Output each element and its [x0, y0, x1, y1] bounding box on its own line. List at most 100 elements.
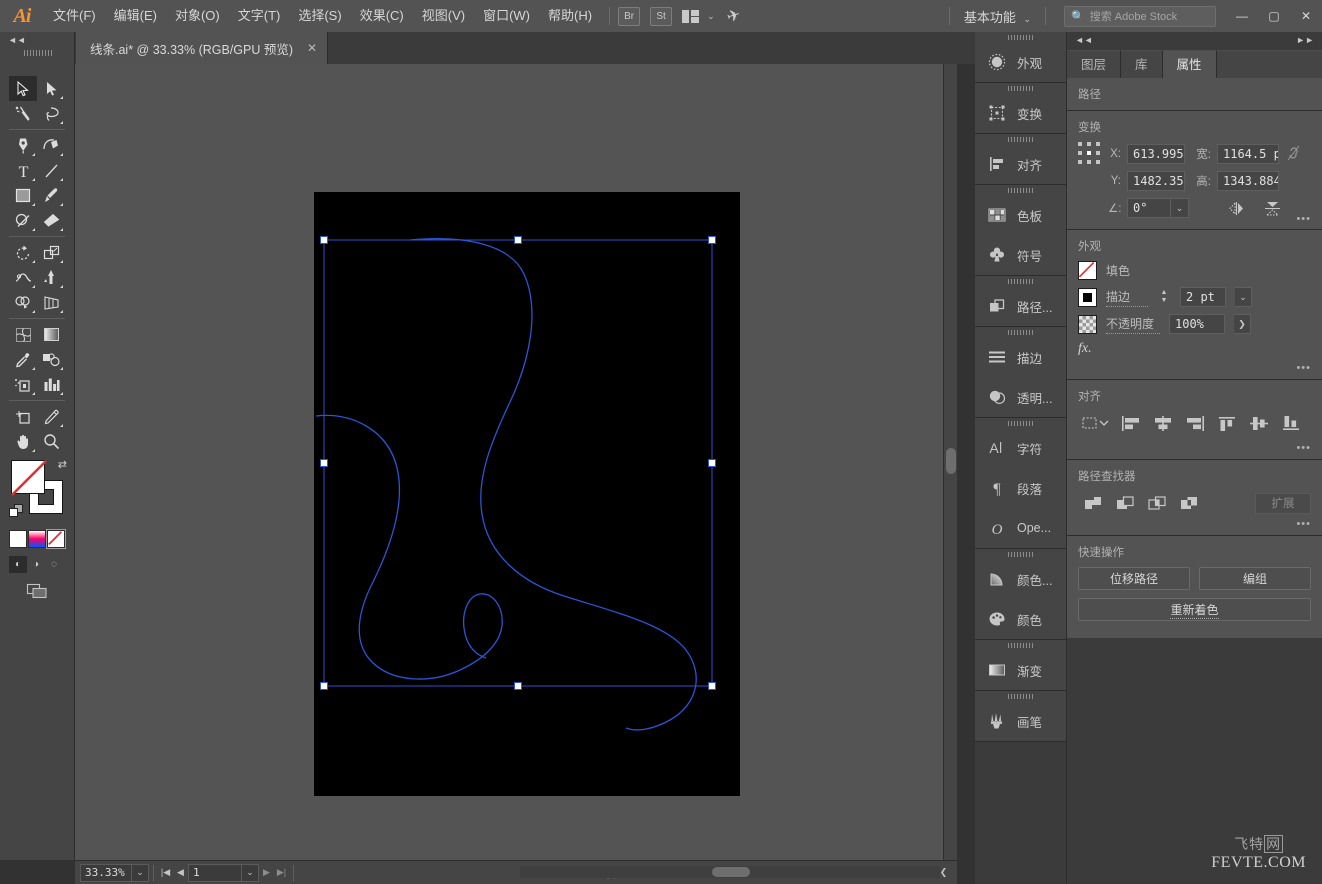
dock-item-opentype[interactable]: O Ope...: [975, 508, 1066, 548]
menu-file[interactable]: 文件(F): [44, 0, 105, 32]
scale-tool[interactable]: [37, 240, 65, 265]
chevron-down-icon[interactable]: ⌄: [1171, 198, 1189, 218]
gradient-swatch-button[interactable]: [28, 530, 46, 548]
fx-button[interactable]: fx.: [1078, 341, 1311, 357]
dock-item-stroke[interactable]: 描边: [975, 337, 1066, 377]
bridge-button[interactable]: Br: [618, 6, 641, 26]
zoom-level-input[interactable]: 33.33%: [80, 863, 132, 882]
transform-more-options[interactable]: •••: [1296, 213, 1311, 225]
dock-item-character[interactable]: A 字符: [975, 428, 1066, 468]
blend-tool[interactable]: [37, 347, 65, 372]
gradient-tool[interactable]: [37, 322, 65, 347]
dock-item-appearance[interactable]: 外观: [975, 42, 1066, 82]
menu-select[interactable]: 选择(S): [289, 0, 350, 32]
paintbrush-tool[interactable]: [37, 183, 65, 208]
chevron-down-icon[interactable]: ⌄: [1235, 287, 1252, 307]
pathfinder-more-options[interactable]: •••: [1296, 518, 1311, 530]
align-bottom-button[interactable]: [1276, 411, 1306, 435]
lasso-tool[interactable]: [37, 101, 65, 126]
close-button[interactable]: ✕: [1290, 0, 1322, 32]
first-artboard-button[interactable]: |◀: [158, 864, 173, 882]
artboard-tool[interactable]: [9, 404, 37, 429]
artboard-dropdown-icon[interactable]: ⌄: [242, 863, 259, 882]
stroke-color-swatch[interactable]: [1078, 287, 1097, 307]
offset-path-button[interactable]: 位移路径: [1078, 567, 1190, 590]
dock-item-align[interactable]: 对齐: [975, 144, 1066, 184]
close-icon[interactable]: ✕: [307, 41, 317, 55]
dock-grip-icon[interactable]: [975, 640, 1066, 650]
x-input[interactable]: 613.995: [1127, 144, 1185, 164]
menu-type[interactable]: 文字(T): [229, 0, 290, 32]
align-more-options[interactable]: •••: [1296, 442, 1311, 454]
align-vertical-center-button[interactable]: [1244, 411, 1274, 435]
menu-window[interactable]: 窗口(W): [474, 0, 539, 32]
dock-grip-icon[interactable]: [975, 185, 1066, 195]
stroke-weight-stepper[interactable]: ▲ ▼: [1157, 287, 1171, 307]
double-chevron-left-icon[interactable]: ◄◄: [1075, 35, 1093, 45]
double-chevron-right-icon[interactable]: ►►: [1296, 35, 1314, 45]
artboard[interactable]: [314, 192, 740, 796]
group-button[interactable]: 编组: [1199, 567, 1311, 590]
shape-builder-tool[interactable]: [9, 290, 37, 315]
opacity-expand-icon[interactable]: ❯: [1234, 314, 1251, 334]
stroke-label[interactable]: 描边: [1106, 288, 1148, 307]
scrollbar-thumb[interactable]: [946, 448, 956, 474]
flip-horizontal-icon[interactable]: [1221, 196, 1251, 220]
fill-color-swatch[interactable]: [1078, 261, 1097, 280]
dock-grip-icon[interactable]: [975, 32, 1066, 42]
appearance-more-options[interactable]: •••: [1296, 362, 1311, 374]
link-dimensions-icon[interactable]: [1287, 145, 1300, 164]
menu-view[interactable]: 视图(V): [413, 0, 474, 32]
transparency-swatch[interactable]: [1078, 314, 1097, 334]
angle-control[interactable]: 0° ⌄: [1127, 198, 1189, 218]
canvas-vertical-scrollbar[interactable]: [943, 64, 957, 860]
height-input[interactable]: 1343.884: [1217, 171, 1279, 191]
none-swatch-button[interactable]: [46, 529, 66, 549]
dock-item-pathfinder[interactable]: 路径...: [975, 286, 1066, 326]
line-segment-tool[interactable]: [37, 158, 65, 183]
dock-item-transform[interactable]: 变换: [975, 93, 1066, 133]
unite-button[interactable]: [1078, 491, 1108, 515]
next-artboard-button[interactable]: ▶: [259, 864, 274, 882]
opacity-input[interactable]: 100%: [1169, 314, 1225, 334]
width-input[interactable]: 1164.5 p: [1217, 144, 1279, 164]
dock-item-brushes[interactable]: 画笔: [975, 701, 1066, 741]
symbol-sprayer-tool[interactable]: [9, 372, 37, 397]
width-tool[interactable]: [9, 265, 37, 290]
align-horizontal-center-button[interactable]: [1148, 411, 1178, 435]
maximize-button[interactable]: ▢: [1258, 0, 1290, 32]
selection-tool[interactable]: [9, 76, 37, 101]
tab-layers[interactable]: 图层: [1067, 50, 1122, 78]
slice-tool[interactable]: [37, 404, 65, 429]
free-transform-tool[interactable]: [37, 265, 65, 290]
zoom-tool[interactable]: [37, 429, 65, 454]
exclude-button[interactable]: [1174, 491, 1204, 515]
dock-item-swatches[interactable]: 色板: [975, 195, 1066, 235]
align-right-button[interactable]: [1180, 411, 1210, 435]
dock-item-symbols[interactable]: 符号: [975, 235, 1066, 275]
align-left-button[interactable]: [1116, 411, 1146, 435]
dock-item-gradient[interactable]: 渐变: [975, 650, 1066, 690]
stock-button[interactable]: St: [650, 6, 673, 26]
artboard-number-input[interactable]: 1: [188, 863, 242, 882]
opacity-label[interactable]: 不透明度: [1106, 315, 1160, 334]
tab-libraries[interactable]: 库: [1121, 50, 1163, 78]
last-artboard-button[interactable]: ▶|: [274, 864, 289, 882]
perspective-grid-tool[interactable]: [37, 290, 65, 315]
menu-help[interactable]: 帮助(H): [539, 0, 601, 32]
swap-fill-stroke-icon[interactable]: ⇄: [58, 458, 67, 471]
dock-grip-icon[interactable]: [975, 83, 1066, 93]
direct-selection-tool[interactable]: [37, 76, 65, 101]
angle-input[interactable]: 0°: [1127, 198, 1171, 218]
flip-vertical-icon[interactable]: [1257, 196, 1287, 220]
rectangle-tool[interactable]: [9, 183, 37, 208]
home-plane-icon[interactable]: ✈: [724, 4, 743, 27]
intersect-button[interactable]: [1142, 491, 1172, 515]
document-tab[interactable]: 线条.ai* @ 33.33% (RGB/GPU 预览) ✕: [76, 32, 329, 64]
color-swatch-button[interactable]: [9, 530, 27, 548]
hand-tool[interactable]: [9, 429, 37, 454]
dock-item-transparency[interactable]: 透明...: [975, 377, 1066, 417]
canvas-horizontal-scrollbar[interactable]: [520, 866, 940, 878]
menu-effect[interactable]: 效果(C): [351, 0, 413, 32]
stock-search-input[interactable]: 🔍 搜索 Adobe Stock: [1064, 5, 1216, 27]
